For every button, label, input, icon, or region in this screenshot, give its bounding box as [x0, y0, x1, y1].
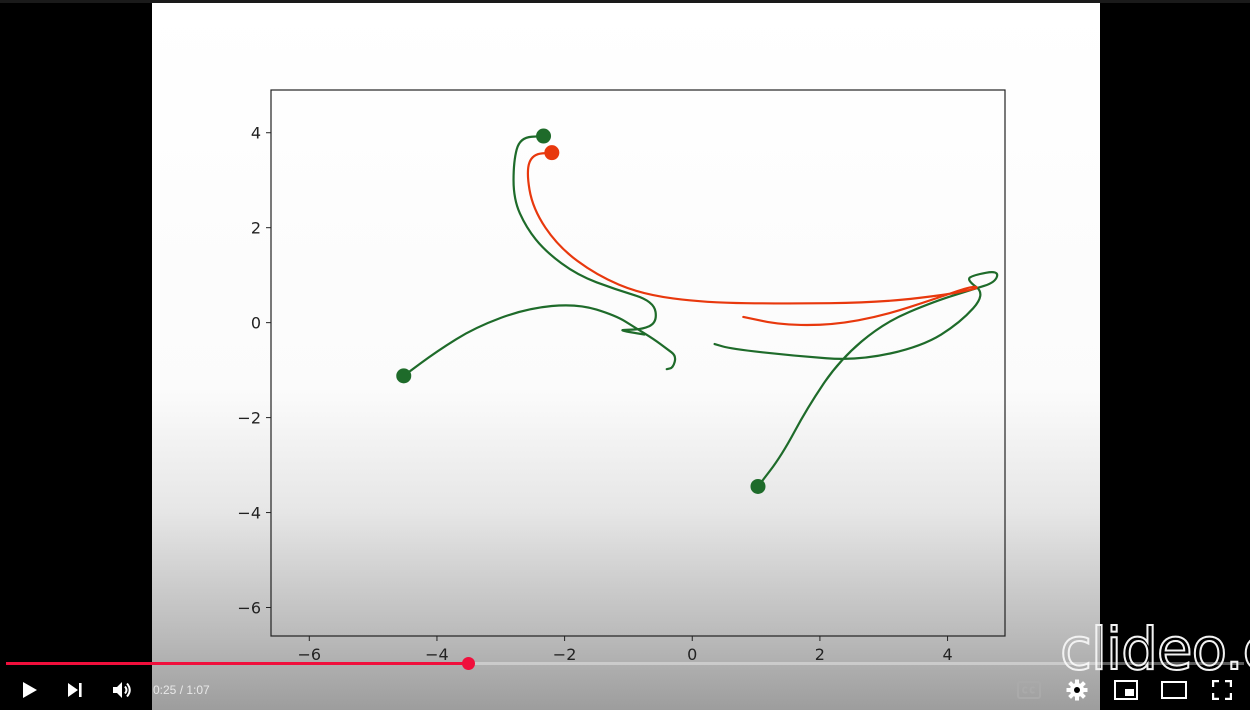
volume-button[interactable] [104, 672, 140, 708]
progress-scrubber[interactable] [461, 657, 475, 670]
duration: 1:07 [186, 683, 210, 697]
play-button[interactable] [11, 672, 47, 708]
trajectory-plot: −6 −4 −2 0 2 4−6−4−2024 [237, 89, 1006, 664]
trajectory-line-2 [512, 134, 657, 336]
y-tick-label: −4 [237, 504, 261, 523]
play-icon [23, 682, 37, 698]
y-tick-label: 2 [251, 219, 261, 238]
volume-icon [113, 682, 131, 698]
y-tick-label: −2 [237, 409, 261, 428]
theater-icon [1161, 681, 1187, 699]
trajectory-line-4 [526, 151, 978, 327]
fullscreen-icon [1212, 680, 1232, 700]
fullscreen-button[interactable] [1204, 672, 1240, 708]
miniplayer-icon [1114, 680, 1138, 700]
y-tick-label: 0 [251, 314, 261, 333]
trajectory-start-marker-3 [750, 478, 766, 494]
progress-played [6, 662, 468, 665]
settings-icon [1066, 679, 1088, 701]
video-frame[interactable]: −6−4−2024−6−4−2024 clideo.com [152, 3, 1250, 710]
y-tick-label: −6 [237, 599, 261, 618]
video-player[interactable]: −6−4−2024−6−4−2024 clideo.com 0:25 / 1:0… [0, 0, 1250, 710]
theater-mode-button[interactable] [1156, 672, 1192, 708]
next-icon [68, 683, 82, 697]
y-tick-label: 4 [251, 124, 261, 143]
current-time: 0:25 [153, 683, 177, 697]
time-separator: / [176, 683, 187, 697]
captions-icon [1017, 681, 1041, 699]
next-button[interactable] [57, 672, 93, 708]
captions-button[interactable] [1011, 672, 1047, 708]
trajectory-start-marker-4 [544, 145, 560, 161]
miniplayer-button[interactable] [1108, 672, 1144, 708]
trajectory-start-marker-1 [396, 368, 412, 384]
settings-button[interactable] [1059, 672, 1095, 708]
progress-bar[interactable] [6, 657, 1244, 670]
controls-bar: 0:25 / 1:07 [0, 672, 1250, 710]
trajectory-start-marker-2 [536, 128, 552, 144]
plot-axes-frame [270, 89, 1006, 637]
time-display: 0:25 / 1:07 [153, 683, 210, 697]
trajectory-line-1 [402, 304, 677, 377]
